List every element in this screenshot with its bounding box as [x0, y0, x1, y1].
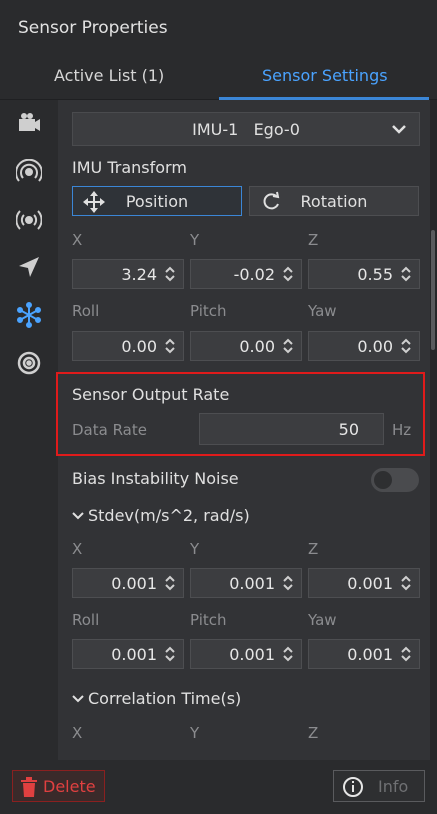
position-label: Position	[125, 191, 189, 211]
correlation-time-heading[interactable]: Correlation Time(s)	[88, 689, 241, 708]
chevron-down-icon[interactable]	[71, 692, 85, 706]
stepper-icon[interactable]	[282, 338, 294, 354]
stepper-icon[interactable]	[164, 575, 176, 591]
data-rate-value: 50	[338, 420, 359, 439]
stepper-icon[interactable]	[164, 646, 176, 662]
stdev-yaw-value: 0.001	[347, 645, 393, 664]
stdev-x-value: 0.001	[111, 574, 157, 593]
output-rate-heading: Sensor Output Rate	[72, 385, 230, 404]
delete-label: Delete	[43, 776, 96, 796]
position-z-value: 0.55	[357, 265, 393, 284]
z-label: Z	[308, 540, 319, 558]
position-button[interactable]: Position	[72, 186, 242, 216]
rotation-pitch-value: 0.00	[239, 337, 275, 356]
stdev-pitch-input[interactable]: 0.001	[190, 639, 302, 669]
stdev-z-input[interactable]: 0.001	[308, 568, 420, 598]
yaw-label: Yaw	[308, 611, 337, 629]
z-label: Z	[308, 724, 319, 742]
rotation-yaw-input[interactable]: 0.00	[308, 331, 420, 361]
chevron-down-icon	[392, 125, 406, 134]
toggle-knob	[374, 471, 392, 489]
y-label: Y	[190, 540, 200, 558]
stepper-icon[interactable]	[400, 338, 412, 354]
stepper-icon[interactable]	[400, 266, 412, 282]
rotation-pitch-input[interactable]: 0.00	[190, 331, 302, 361]
data-rate-input[interactable]: 50	[199, 413, 384, 445]
rotation-button[interactable]: Rotation	[249, 186, 419, 216]
sensor-type-sidebar	[0, 100, 58, 760]
stdev-heading[interactable]: Stdev(m/s^2, rad/s)	[88, 506, 250, 525]
position-x-input[interactable]: 3.24	[72, 259, 184, 289]
stdev-x-input[interactable]: 0.001	[72, 568, 184, 598]
scrollbar-track[interactable]	[430, 100, 437, 760]
roll-label: Roll	[72, 302, 100, 320]
rotation-roll-value: 0.00	[121, 337, 157, 356]
navigation-arrow-icon[interactable]	[14, 252, 44, 282]
sensor-select-value: IMU-1 Ego-0	[192, 119, 300, 139]
tab-bar: Active List (1) Sensor Settings	[0, 60, 437, 100]
rotation-yaw-value: 0.00	[357, 337, 393, 356]
rotation-label: Rotation	[300, 191, 368, 211]
stdev-roll-input[interactable]: 0.001	[72, 639, 184, 669]
bias-instability-label: Bias Instability Noise	[72, 469, 239, 488]
move-arrows-icon	[83, 191, 105, 213]
position-z-input[interactable]: 0.55	[308, 259, 420, 289]
x-label: X	[72, 540, 83, 558]
imu-star-icon[interactable]	[14, 300, 44, 330]
roll-label: Roll	[72, 611, 100, 629]
pitch-label: Pitch	[190, 611, 227, 629]
z-label: Z	[308, 231, 319, 249]
data-rate-label: Data Rate	[72, 421, 147, 439]
target-icon[interactable]	[14, 348, 44, 378]
stepper-icon[interactable]	[400, 575, 412, 591]
stdev-yaw-input[interactable]: 0.001	[308, 639, 420, 669]
y-label: Y	[190, 231, 200, 249]
camera-icon[interactable]	[14, 108, 44, 138]
pitch-label: Pitch	[190, 302, 227, 320]
tab-sensor-settings[interactable]: Sensor Settings	[262, 66, 388, 85]
stdev-pitch-value: 0.001	[229, 645, 275, 664]
rotate-icon	[263, 191, 280, 210]
stepper-icon[interactable]	[282, 266, 294, 282]
data-rate-unit: Hz	[392, 421, 412, 439]
position-x-value: 3.24	[121, 265, 157, 284]
stepper-icon[interactable]	[164, 266, 176, 282]
tab-active-list[interactable]: Active List (1)	[54, 66, 164, 85]
position-y-value: -0.02	[233, 265, 275, 284]
stepper-icon[interactable]	[282, 575, 294, 591]
y-label: Y	[190, 724, 200, 742]
yaw-label: Yaw	[308, 302, 337, 320]
stepper-icon[interactable]	[282, 646, 294, 662]
stdev-z-value: 0.001	[347, 574, 393, 593]
stdev-roll-value: 0.001	[111, 645, 157, 664]
broadcast-icon[interactable]	[14, 205, 44, 235]
radar-icon[interactable]	[14, 157, 44, 187]
x-label: X	[72, 724, 83, 742]
stepper-icon[interactable]	[164, 338, 176, 354]
rotation-roll-input[interactable]: 0.00	[72, 331, 184, 361]
stepper-icon[interactable]	[400, 646, 412, 662]
info-label: Info	[378, 776, 409, 796]
bias-instability-toggle[interactable]	[371, 468, 419, 492]
position-y-input[interactable]: -0.02	[190, 259, 302, 289]
info-button[interactable]: Info	[333, 770, 425, 802]
imu-transform-heading: IMU Transform	[72, 158, 187, 177]
chevron-down-icon[interactable]	[71, 509, 85, 523]
panel-title: Sensor Properties	[18, 18, 168, 38]
info-icon	[343, 777, 363, 797]
x-label: X	[72, 231, 83, 249]
scrollbar-thumb[interactable]	[431, 230, 435, 350]
sensor-select[interactable]: IMU-1 Ego-0	[72, 112, 420, 146]
stdev-y-input[interactable]: 0.001	[190, 568, 302, 598]
stdev-y-value: 0.001	[229, 574, 275, 593]
delete-button[interactable]: Delete	[12, 770, 105, 802]
trash-icon	[21, 777, 37, 797]
